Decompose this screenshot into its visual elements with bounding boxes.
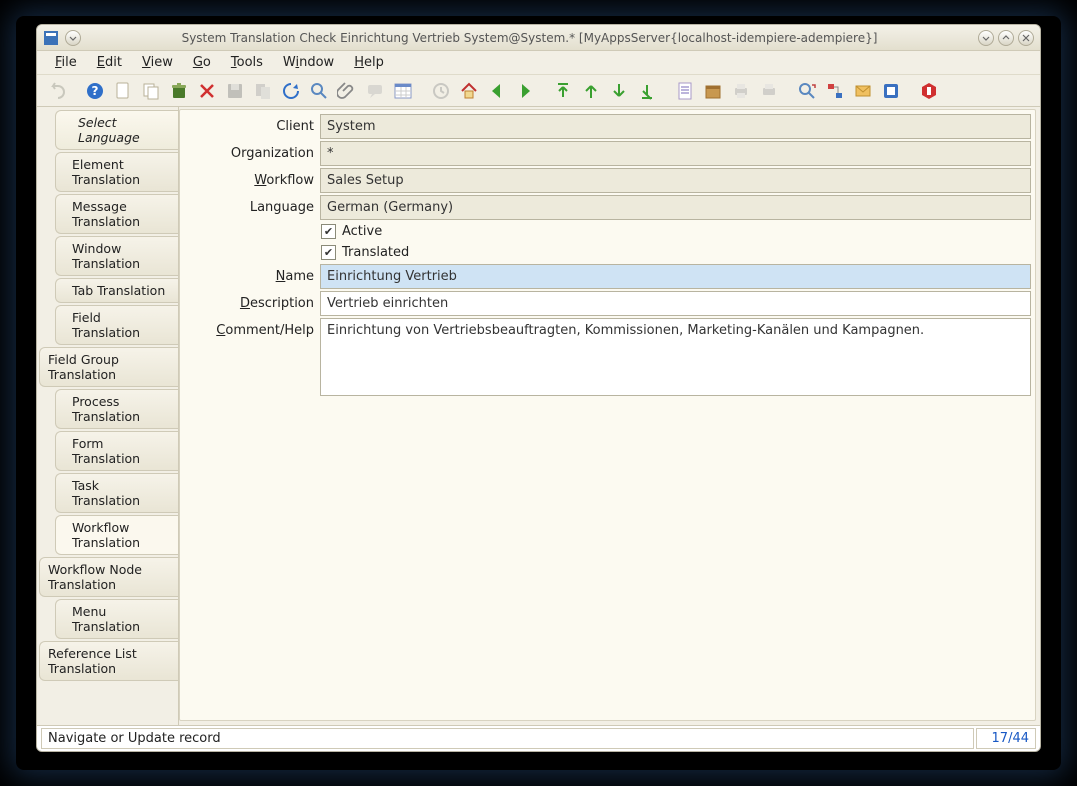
- tab-task-translation[interactable]: Task Translation: [55, 473, 178, 513]
- child-icon[interactable]: [635, 79, 659, 103]
- tab-menu-translation[interactable]: Menu Translation: [55, 599, 178, 639]
- label-translated: Translated: [342, 245, 409, 260]
- form-panel: Client System Organization * Workflow Sa…: [179, 109, 1036, 721]
- titlebar: System Translation Check Einrichtung Ver…: [37, 25, 1040, 51]
- sidebar: Select Language Element Translation Mess…: [37, 107, 179, 725]
- tab-form-translation[interactable]: Form Translation: [55, 431, 178, 471]
- next-icon[interactable]: [513, 79, 537, 103]
- help-icon[interactable]: ?: [83, 79, 107, 103]
- parent-icon[interactable]: [551, 79, 575, 103]
- field-comment[interactable]: [320, 318, 1031, 396]
- save-icon[interactable]: [223, 79, 247, 103]
- label-active: Active: [342, 224, 382, 239]
- menu-window[interactable]: Window: [273, 52, 344, 73]
- label-description: Description: [184, 291, 314, 311]
- svg-text:?: ?: [92, 84, 99, 98]
- new-icon[interactable]: [111, 79, 135, 103]
- print-preview-icon[interactable]: [757, 79, 781, 103]
- zoom-across-icon[interactable]: [795, 79, 819, 103]
- checkbox-translated[interactable]: ✔: [321, 245, 336, 260]
- label-comment: Comment/Help: [184, 318, 314, 338]
- report-icon[interactable]: [673, 79, 697, 103]
- checkbox-active[interactable]: ✔: [321, 224, 336, 239]
- label-workflow: Workflow: [184, 168, 314, 188]
- field-workflow[interactable]: Sales Setup: [320, 168, 1031, 193]
- label-organization: Organization: [184, 141, 314, 161]
- prev-icon[interactable]: [485, 79, 509, 103]
- menu-go[interactable]: Go: [183, 52, 221, 73]
- history-icon[interactable]: [429, 79, 453, 103]
- field-client[interactable]: System: [320, 114, 1031, 139]
- delete-icon[interactable]: [167, 79, 191, 103]
- field-description[interactable]: Vertrieb einrichten: [320, 291, 1031, 316]
- down-icon[interactable]: [607, 79, 631, 103]
- field-name[interactable]: Einrichtung Vertrieb: [320, 264, 1031, 289]
- workflow-icon[interactable]: [823, 79, 847, 103]
- requests-icon[interactable]: [851, 79, 875, 103]
- statusbar: Navigate or Update record 17/44: [37, 725, 1040, 751]
- copy-icon[interactable]: [139, 79, 163, 103]
- menu-edit[interactable]: Edit: [87, 52, 132, 73]
- chat-icon[interactable]: [363, 79, 387, 103]
- delete-selection-icon[interactable]: [195, 79, 219, 103]
- home-icon[interactable]: [457, 79, 481, 103]
- menu-help[interactable]: Help: [344, 52, 394, 73]
- field-organization[interactable]: *: [320, 141, 1031, 166]
- tab-element-translation[interactable]: Element Translation: [55, 152, 178, 192]
- label-language: Language: [184, 195, 314, 215]
- tab-field-group-translation[interactable]: Field Group Translation: [39, 347, 178, 387]
- tab-field-translation[interactable]: Field Translation: [55, 305, 178, 345]
- tab-process-translation[interactable]: Process Translation: [55, 389, 178, 429]
- end-icon[interactable]: [917, 79, 941, 103]
- window-menu-button[interactable]: [65, 30, 81, 46]
- window-title: System Translation Check Einrichtung Ver…: [81, 31, 978, 45]
- field-language[interactable]: German (Germany): [320, 195, 1031, 220]
- minimize-button[interactable]: [978, 30, 994, 46]
- copy2-icon[interactable]: [251, 79, 275, 103]
- up-icon[interactable]: [579, 79, 603, 103]
- status-position: 17/44: [976, 728, 1036, 749]
- application-window: System Translation Check Einrichtung Ver…: [36, 24, 1041, 752]
- label-name: Name: [184, 264, 314, 284]
- menu-tools[interactable]: Tools: [221, 52, 273, 73]
- print-icon[interactable]: [729, 79, 753, 103]
- status-message: Navigate or Update record: [41, 728, 974, 749]
- refresh-icon[interactable]: [279, 79, 303, 103]
- menubar: File Edit View Go Tools Window Help: [37, 51, 1040, 75]
- tab-window-translation[interactable]: Window Translation: [55, 236, 178, 276]
- menu-view[interactable]: View: [132, 52, 183, 73]
- attachment-icon[interactable]: [335, 79, 359, 103]
- maximize-button[interactable]: [998, 30, 1014, 46]
- find-icon[interactable]: [307, 79, 331, 103]
- tab-workflow-node-translation[interactable]: Workflow Node Translation: [39, 557, 178, 597]
- app-icon: [43, 30, 59, 46]
- main-area: Select Language Element Translation Mess…: [37, 107, 1040, 725]
- tab-workflow-translation[interactable]: Workflow Translation: [55, 515, 178, 555]
- undo-icon[interactable]: [45, 79, 69, 103]
- tab-select-language[interactable]: Select Language: [55, 110, 178, 150]
- product-info-icon[interactable]: [879, 79, 903, 103]
- tab-message-translation[interactable]: Message Translation: [55, 194, 178, 234]
- close-button[interactable]: [1018, 30, 1034, 46]
- tab-tab-translation[interactable]: Tab Translation: [55, 278, 178, 303]
- label-client: Client: [184, 114, 314, 134]
- toolbar: ?: [37, 75, 1040, 107]
- grid-toggle-icon[interactable]: [391, 79, 415, 103]
- tab-reference-list-translation[interactable]: Reference List Translation: [39, 641, 178, 681]
- archive-icon[interactable]: [701, 79, 725, 103]
- menu-file[interactable]: File: [45, 52, 87, 73]
